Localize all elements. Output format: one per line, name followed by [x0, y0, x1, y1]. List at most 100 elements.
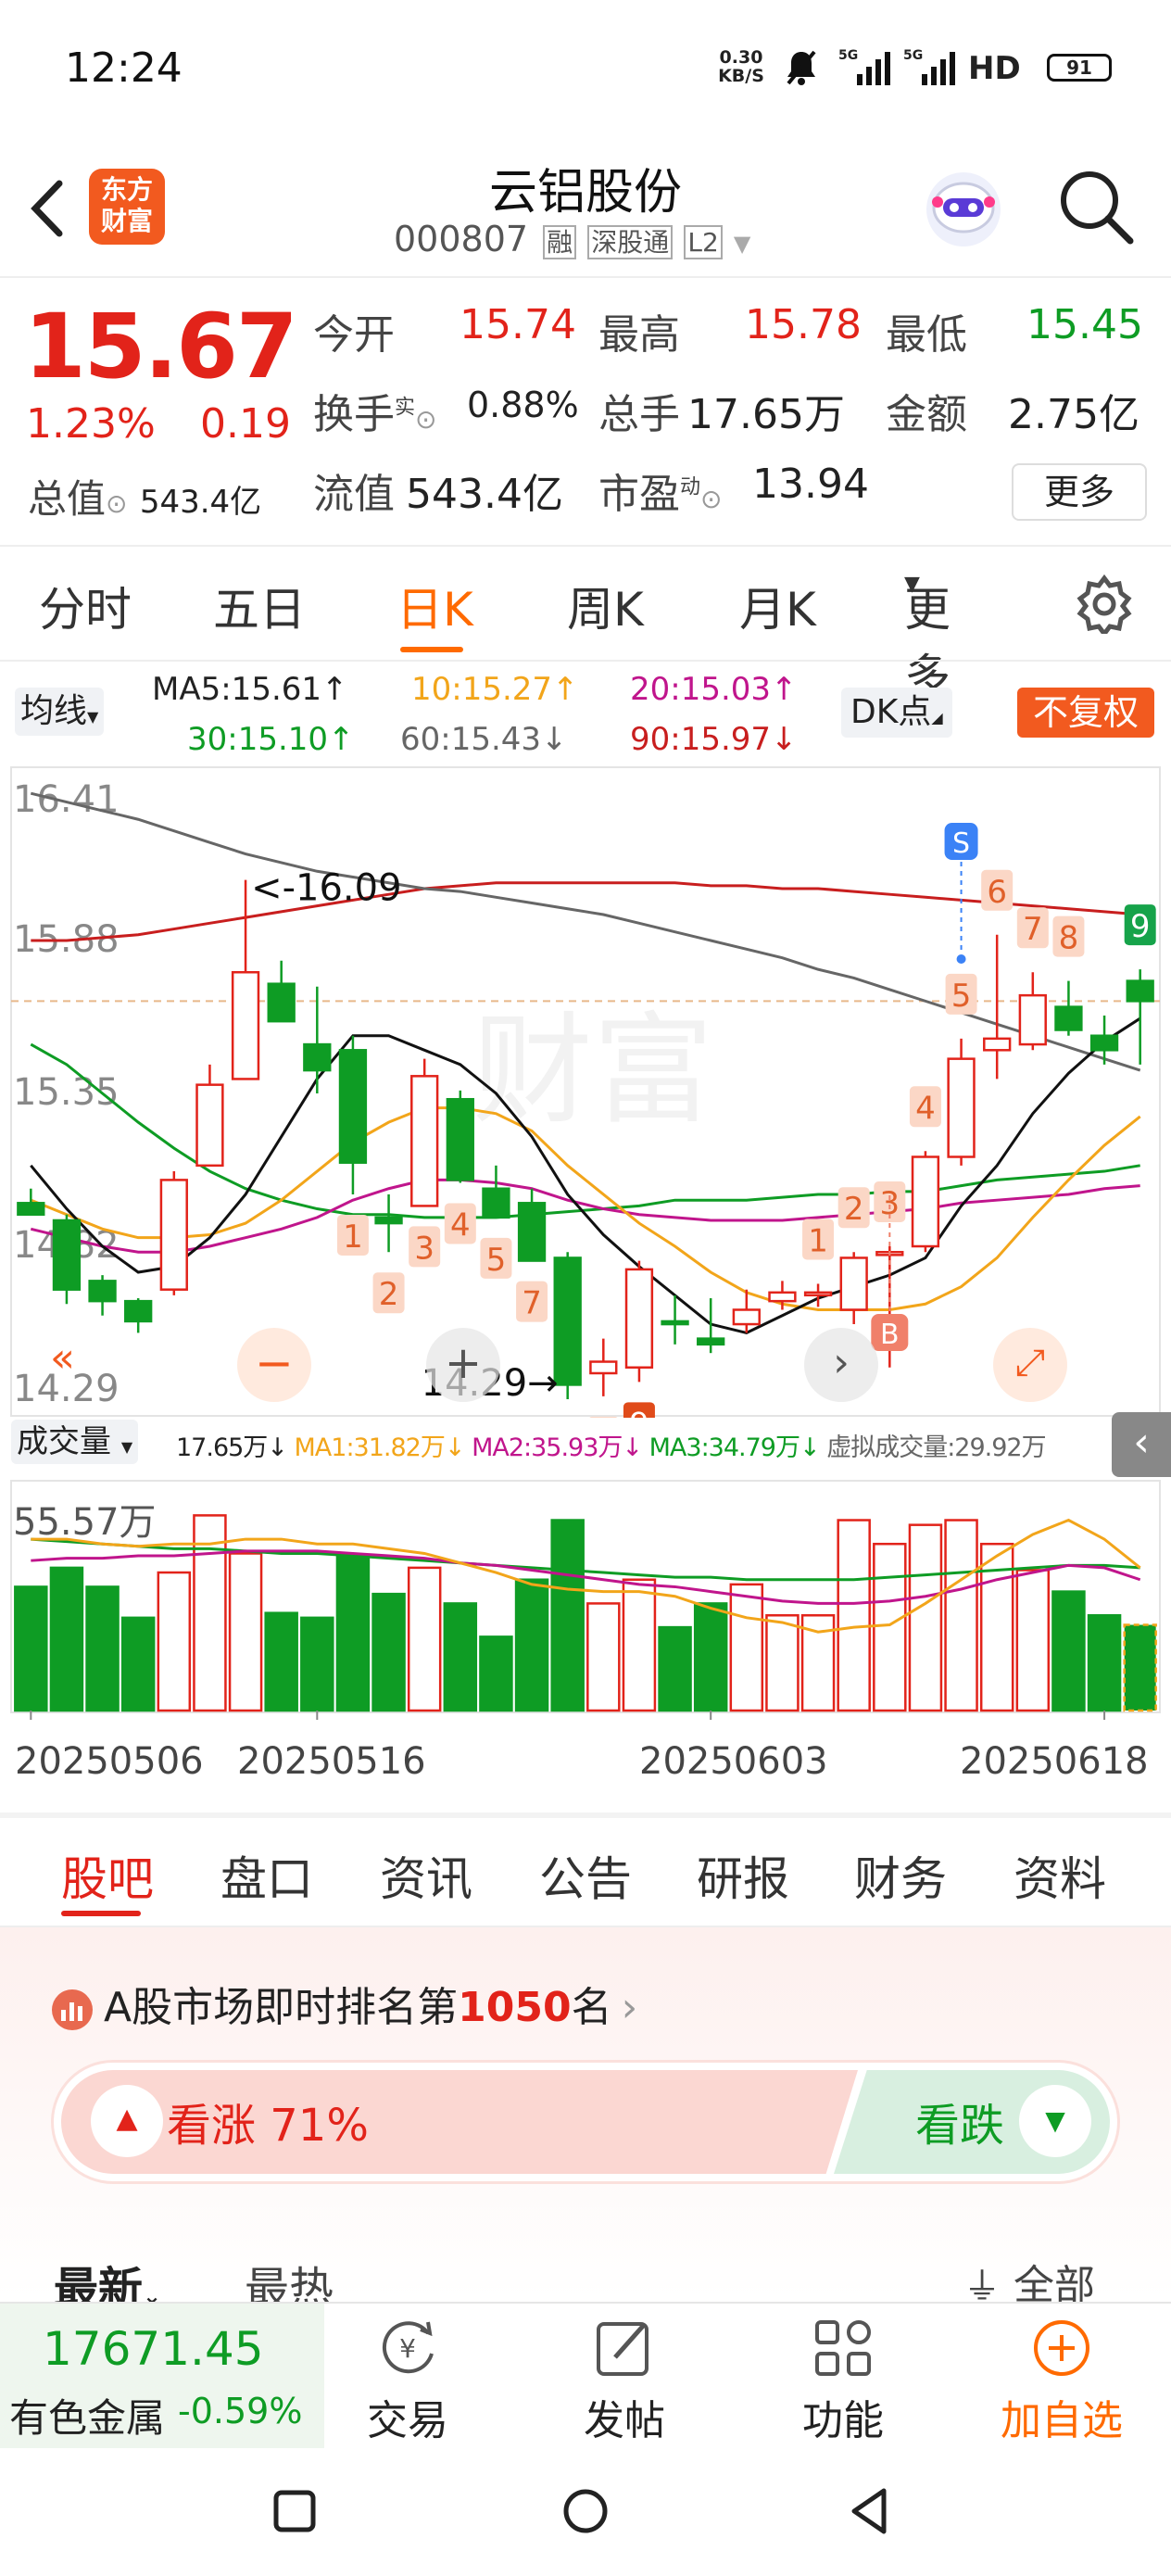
function-button[interactable]: 功能 [787, 2307, 899, 2446]
sell-signal-dot [956, 954, 966, 964]
volume-bar [49, 1566, 84, 1712]
tab-daily-k[interactable]: 日K [397, 573, 473, 639]
sector-name: 有色金属 [9, 2395, 166, 2441]
sell-signal-text: S [952, 827, 970, 860]
candle [267, 960, 296, 1023]
volume-bar [1051, 1590, 1086, 1712]
candle-body [482, 1187, 510, 1219]
tab-guba[interactable]: 股吧 [61, 1842, 154, 1909]
collapse-panel-button[interactable]: ‹ [1112, 1412, 1171, 1477]
tab-research[interactable]: 研报 [697, 1842, 789, 1909]
rank-prefix: A股市场即时排名第 [104, 1984, 459, 2031]
tab-intraday[interactable]: 分时 [39, 573, 132, 639]
tab-finance[interactable]: 财务 [854, 1842, 947, 1909]
high-value: 15.78 [745, 301, 862, 348]
date-label-1: 20250506 [15, 1740, 204, 1783]
tag-connect: 深股通 [587, 225, 674, 259]
ma20-label: 20:15.03↑ [630, 671, 798, 708]
candle [195, 1064, 224, 1168]
td-count-marker: 1 [802, 1219, 835, 1260]
back-triangle-icon[interactable] [847, 2487, 891, 2535]
low-label: 最低 [886, 311, 967, 359]
pe-value: 13.94 [752, 461, 869, 508]
volume-bar [765, 1614, 800, 1712]
adjust-button[interactable]: 不复权 [1017, 688, 1154, 738]
trade-button[interactable]: ¥ 交易 [352, 2307, 463, 2446]
next-button[interactable]: › [804, 1328, 878, 1402]
date-label-2: 20250516 [237, 1740, 426, 1783]
tab-news[interactable]: 资讯 [380, 1842, 472, 1909]
home-circle-icon[interactable] [561, 2487, 610, 2535]
date-label-3: 20250603 [639, 1740, 828, 1783]
net-speed: 0.30 KB/S [718, 47, 764, 86]
candle-body [947, 1057, 976, 1158]
candle [624, 1260, 654, 1383]
candle [1126, 969, 1154, 1065]
volume-bar [944, 1519, 978, 1712]
td-count-marker: 1 [336, 1214, 369, 1256]
candle [983, 934, 1012, 1080]
turnover-label: 换手实⊙ [313, 391, 437, 438]
y-axis-label: 16.41 [13, 778, 120, 821]
more-button[interactable]: 更多 [1012, 463, 1147, 521]
candle [482, 1165, 510, 1219]
td-count-marker: 5 [945, 973, 977, 1015]
stock-code-row[interactable]: 000807 融 深股通 L2 ▼ [394, 219, 750, 267]
gear-icon[interactable] [1075, 575, 1134, 634]
tab-announcements[interactable]: 公告 [539, 1842, 632, 1909]
fullscreen-button[interactable]: ⤢ [993, 1328, 1067, 1402]
candle-body [124, 1299, 153, 1323]
volume-chart[interactable] [0, 1479, 1171, 1720]
crosshair-button[interactable]: + [426, 1328, 500, 1402]
candle-body [1089, 1034, 1119, 1052]
candle-body [553, 1256, 582, 1386]
tab-profile[interactable]: 资料 [1014, 1842, 1106, 1909]
tab-weekly-k[interactable]: 周K [567, 573, 644, 639]
dk-point-button[interactable]: DK点◢ [841, 688, 952, 738]
td-count-number: 3 [414, 1230, 434, 1267]
rank-row[interactable]: A股市场即时排名第1050名 › [50, 1974, 637, 2039]
search-icon[interactable] [1056, 167, 1136, 246]
td-count-marker: 4 [909, 1086, 941, 1128]
td-count-number: 2 [379, 1276, 399, 1313]
volume-bar [300, 1616, 334, 1712]
volume-bar [729, 1583, 764, 1712]
sector-pct: -0.59% [178, 2391, 303, 2431]
robot-avatar-icon[interactable] [919, 165, 1008, 254]
tab-order-book[interactable]: 盘口 [220, 1842, 313, 1909]
volume-bar [1087, 1614, 1122, 1712]
candle-body [410, 1075, 439, 1207]
chevron-right-icon: › [621, 1984, 638, 2031]
volume-bar [622, 1578, 657, 1712]
volume-bar [550, 1519, 585, 1712]
status-icons: 0.30 KB/S 5G 5G HD 91 [713, 48, 1158, 95]
info-tab-underline [61, 1911, 141, 1916]
post-button[interactable]: 发帖 [569, 2307, 680, 2446]
volume-bar [335, 1554, 371, 1712]
candle [553, 1252, 582, 1399]
candle [517, 1188, 547, 1262]
tab-five-day[interactable]: 五日 [213, 573, 306, 639]
recents-square-icon[interactable] [272, 2489, 317, 2533]
float-value: 543.4亿 [406, 471, 563, 518]
float-label: 流值 [313, 471, 395, 518]
candle [839, 1252, 868, 1325]
ma60-label: 60:15.43↓ [400, 721, 568, 758]
sector-index-value: 17671.45 [43, 2322, 264, 2376]
volume-bar [264, 1611, 298, 1712]
high-label: 最高 [598, 311, 680, 359]
volume-selector[interactable]: 成交量 ▼ [11, 1420, 139, 1464]
candlestick-chart[interactable]: 财富16.4115.8815.3514.8214.291234576891234… [0, 760, 1171, 1418]
prev-page-button[interactable]: « [50, 1334, 106, 1390]
volume-value: 17.65万 [687, 391, 845, 438]
add-watchlist-button[interactable]: 加自选 [988, 2307, 1136, 2446]
ma-selector[interactable]: 均线▼ [15, 688, 105, 736]
tab-monthly-k[interactable]: 月K [739, 573, 816, 639]
candle-body [911, 1155, 940, 1248]
zoom-out-button[interactable]: − [237, 1328, 311, 1402]
volume-bar [14, 1585, 48, 1712]
candle-body [374, 1216, 403, 1225]
candle [410, 1058, 439, 1207]
td-count-marker: 3 [409, 1226, 441, 1268]
rank-number: 1050 [458, 1984, 572, 2031]
